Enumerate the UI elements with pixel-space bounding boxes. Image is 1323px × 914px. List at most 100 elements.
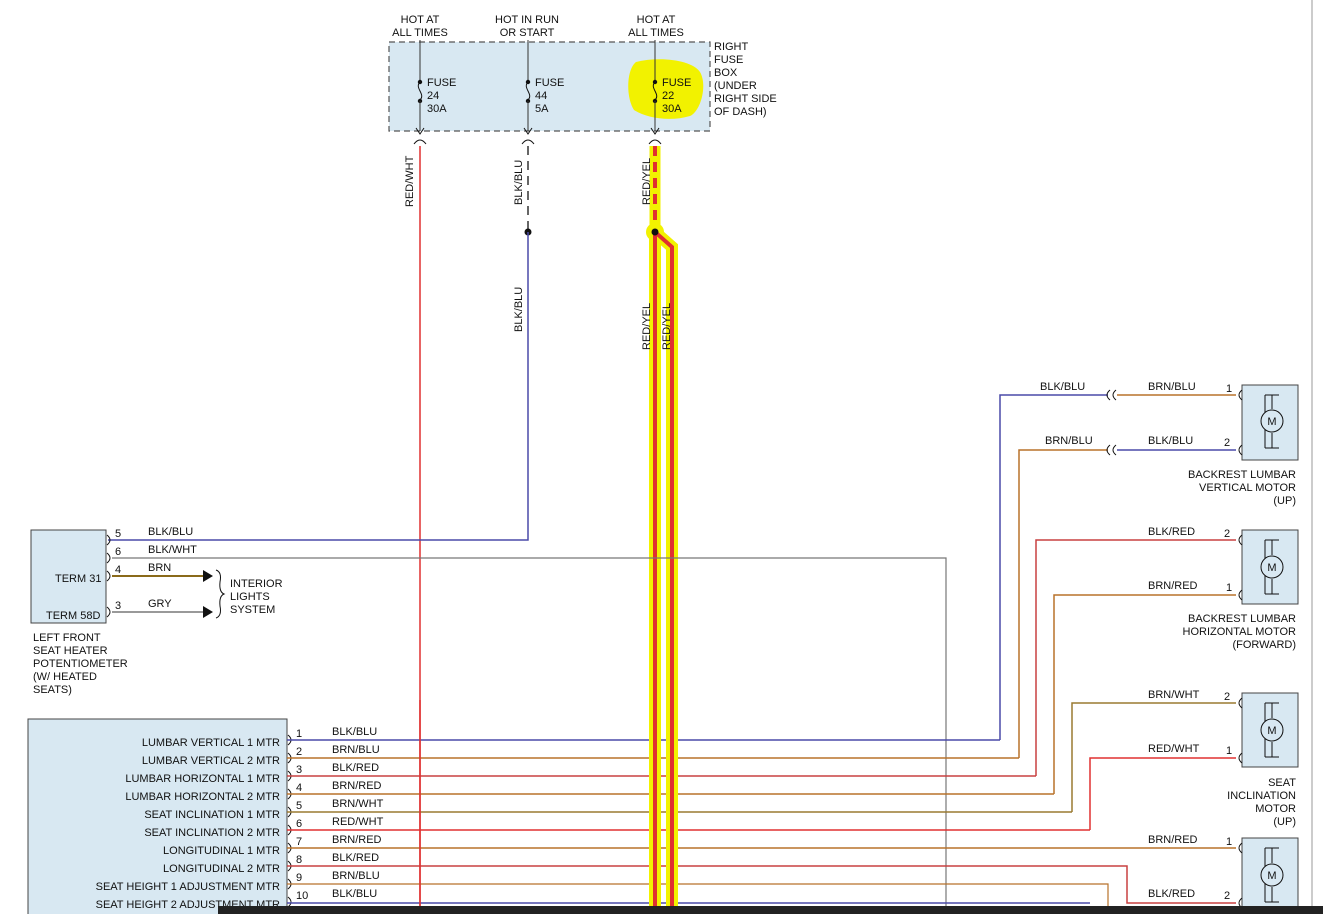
motor-name: SEAT [1268,777,1296,789]
motor-pin-number: 2 [1224,528,1230,540]
potentiometer-name: SEAT HEATER [33,645,108,657]
pot-pin-number: 4 [115,564,121,576]
motor-pin-number: 1 [1226,383,1232,395]
motor-wire-label: BLK/BLU [1040,381,1085,393]
module-pin-number: 8 [296,854,302,866]
module-wire-label: BLK/RED [332,852,379,864]
motor-name: MOTOR [1255,803,1296,815]
motor-wire-label: BRN/WHT [1148,689,1200,701]
potentiometer-name: POTENTIOMETER [33,658,128,670]
wire-label-blk-blu: BLK/BLU [513,287,525,332]
motor-group: M BACKREST LUMBAR VERTICAL MOTOR (UP) M … [1183,384,1299,914]
fuse-box-label-line: RIGHT SIDE [714,93,777,105]
motor-name: BACKREST LUMBAR [1188,613,1296,625]
fuse-22-text: FUSE [662,77,691,89]
fuse-box-label-line: FUSE [714,54,743,66]
fuse-box-label: RIGHT FUSE BOX (UNDER RIGHT SIDE OF DASH… [714,41,777,118]
motor-symbol: M [1267,562,1276,574]
motor-name: BACKREST LUMBAR [1188,469,1296,481]
wire-blk-blu [108,232,529,541]
fuse-24-hot-label: ALL TIMES [392,27,448,39]
module-pin-name: SEAT HEIGHT 1 ADJUSTMENT MTR [96,881,280,893]
module-wire-label: BRN/BLU [332,744,380,756]
fuse-box-label-line: (UNDER [714,80,757,92]
motor-name: INCLINATION [1227,790,1296,802]
term-58d-label: TERM 58D [46,610,100,622]
motor-wire-label: BRN/BLU [1045,435,1093,447]
module-pin-number: 10 [296,890,308,902]
motor-symbol: M [1267,416,1276,428]
fuse-box-label-line: RIGHT [714,41,749,53]
module-wire-label: BLK/BLU [332,888,377,900]
pot-wire-label: BLK/BLU [148,526,193,538]
fuse-44-text: FUSE [535,77,564,89]
motor-name: VERTICAL MOTOR [1199,482,1296,494]
brace-icon [215,569,226,619]
fuse-22-hot-label: HOT AT [637,14,676,26]
motor-pin-number: 2 [1224,890,1230,902]
motor-wire-label: BRN/BLU [1148,381,1196,393]
motor-name: (UP) [1273,816,1296,828]
connector-mark [521,139,535,145]
connector-mark [648,139,662,145]
fuse-box-label-line: OF DASH) [714,106,767,118]
motor-wire-label: RED/WHT [1148,743,1200,755]
motor-wire-label: BLK/RED [1148,526,1195,538]
fuse-22-text: 22 [662,90,674,102]
fuse-24-hot-label: HOT AT [401,14,440,26]
motor-pin-number: 2 [1224,437,1230,449]
module-pin-name: SEAT INCLINATION 1 MTR [144,809,280,821]
motor-pin-number: 2 [1224,691,1230,703]
motor-symbol: M [1267,725,1276,737]
connector-mark [413,139,427,145]
wire-label-red-yel: RED/YEL [641,303,653,350]
module-wire-label: BRN/WHT [332,798,384,810]
wire-label-red-wht: RED/WHT [404,155,416,207]
motor-wire-label: BLK/BLU [1148,435,1193,447]
pot-pin-number: 6 [115,546,121,558]
module-wire-label: BRN/RED [332,780,382,792]
fuse-box-label-line: BOX [714,67,738,79]
module-pin-name: LUMBAR HORIZONTAL 2 MTR [125,791,280,803]
module-wire-label: RED/WHT [332,816,384,828]
motor-name: (FORWARD) [1232,639,1296,651]
potentiometer-name: (W/ HEATED [33,671,97,683]
arrow-icon [203,570,213,582]
module-wire-label: BRN/RED [332,834,382,846]
module-pin-number: 2 [296,746,302,758]
module-pin-name: LUMBAR VERTICAL 2 MTR [142,755,280,767]
longitudinal-motor: M [1241,837,1299,914]
motor-wire-label: BRN/RED [1148,834,1198,846]
interior-lights-label: SYSTEM [230,604,275,616]
fuse-24-text: FUSE [427,77,456,89]
interior-lights-label: LIGHTS [230,591,270,603]
arrow-icon [203,606,213,618]
module-wires [287,739,1090,831]
module-pin-number: 4 [296,782,302,794]
backrest-lumbar-horizontal-motor: M BACKREST LUMBAR HORIZONTAL MOTOR (FORW… [1183,529,1299,651]
module-pin-number: 6 [296,818,302,830]
motor-symbol: M [1267,870,1276,882]
module-pin-name: LUMBAR HORIZONTAL 1 MTR [125,773,280,785]
motor-name: (UP) [1273,495,1296,507]
module-wire-label: BRN/BLU [332,870,380,882]
module-pin-number: 9 [296,872,302,884]
module-pin-name: LONGITUDINAL 1 MTR [163,845,280,857]
fuse-24-text: 30A [427,103,447,115]
module-pin-number: 5 [296,800,302,812]
backrest-lumbar-vertical-motor: M BACKREST LUMBAR VERTICAL MOTOR (UP) [1188,384,1299,507]
fuse-22-hot-label: ALL TIMES [628,27,684,39]
wiring-diagram: RIGHT FUSE BOX (UNDER RIGHT SIDE OF DASH… [27,0,1323,914]
motor-wire-label: BLK/RED [1148,888,1195,900]
motor-wiring: BLK/BLU BRN/BLU 1 BRN/BLU BLK/BLU 2 BLK/… [287,381,1243,914]
pot-wire-label: GRY [148,598,172,610]
interior-lights-label: INTERIOR [230,578,283,590]
fuse-44-hot-label: OR START [500,27,555,39]
module-pin-number: 7 [296,836,302,848]
wire-label-blk-blu: BLK/BLU [513,160,525,205]
pot-wire-label: BRN [148,562,171,574]
wire-label-red-yel: RED/YEL [661,303,673,350]
motor-pin-number: 1 [1226,582,1232,594]
motor-wire-label: BRN/RED [1148,580,1198,592]
pot-wire-label: BLK/WHT [148,544,197,556]
